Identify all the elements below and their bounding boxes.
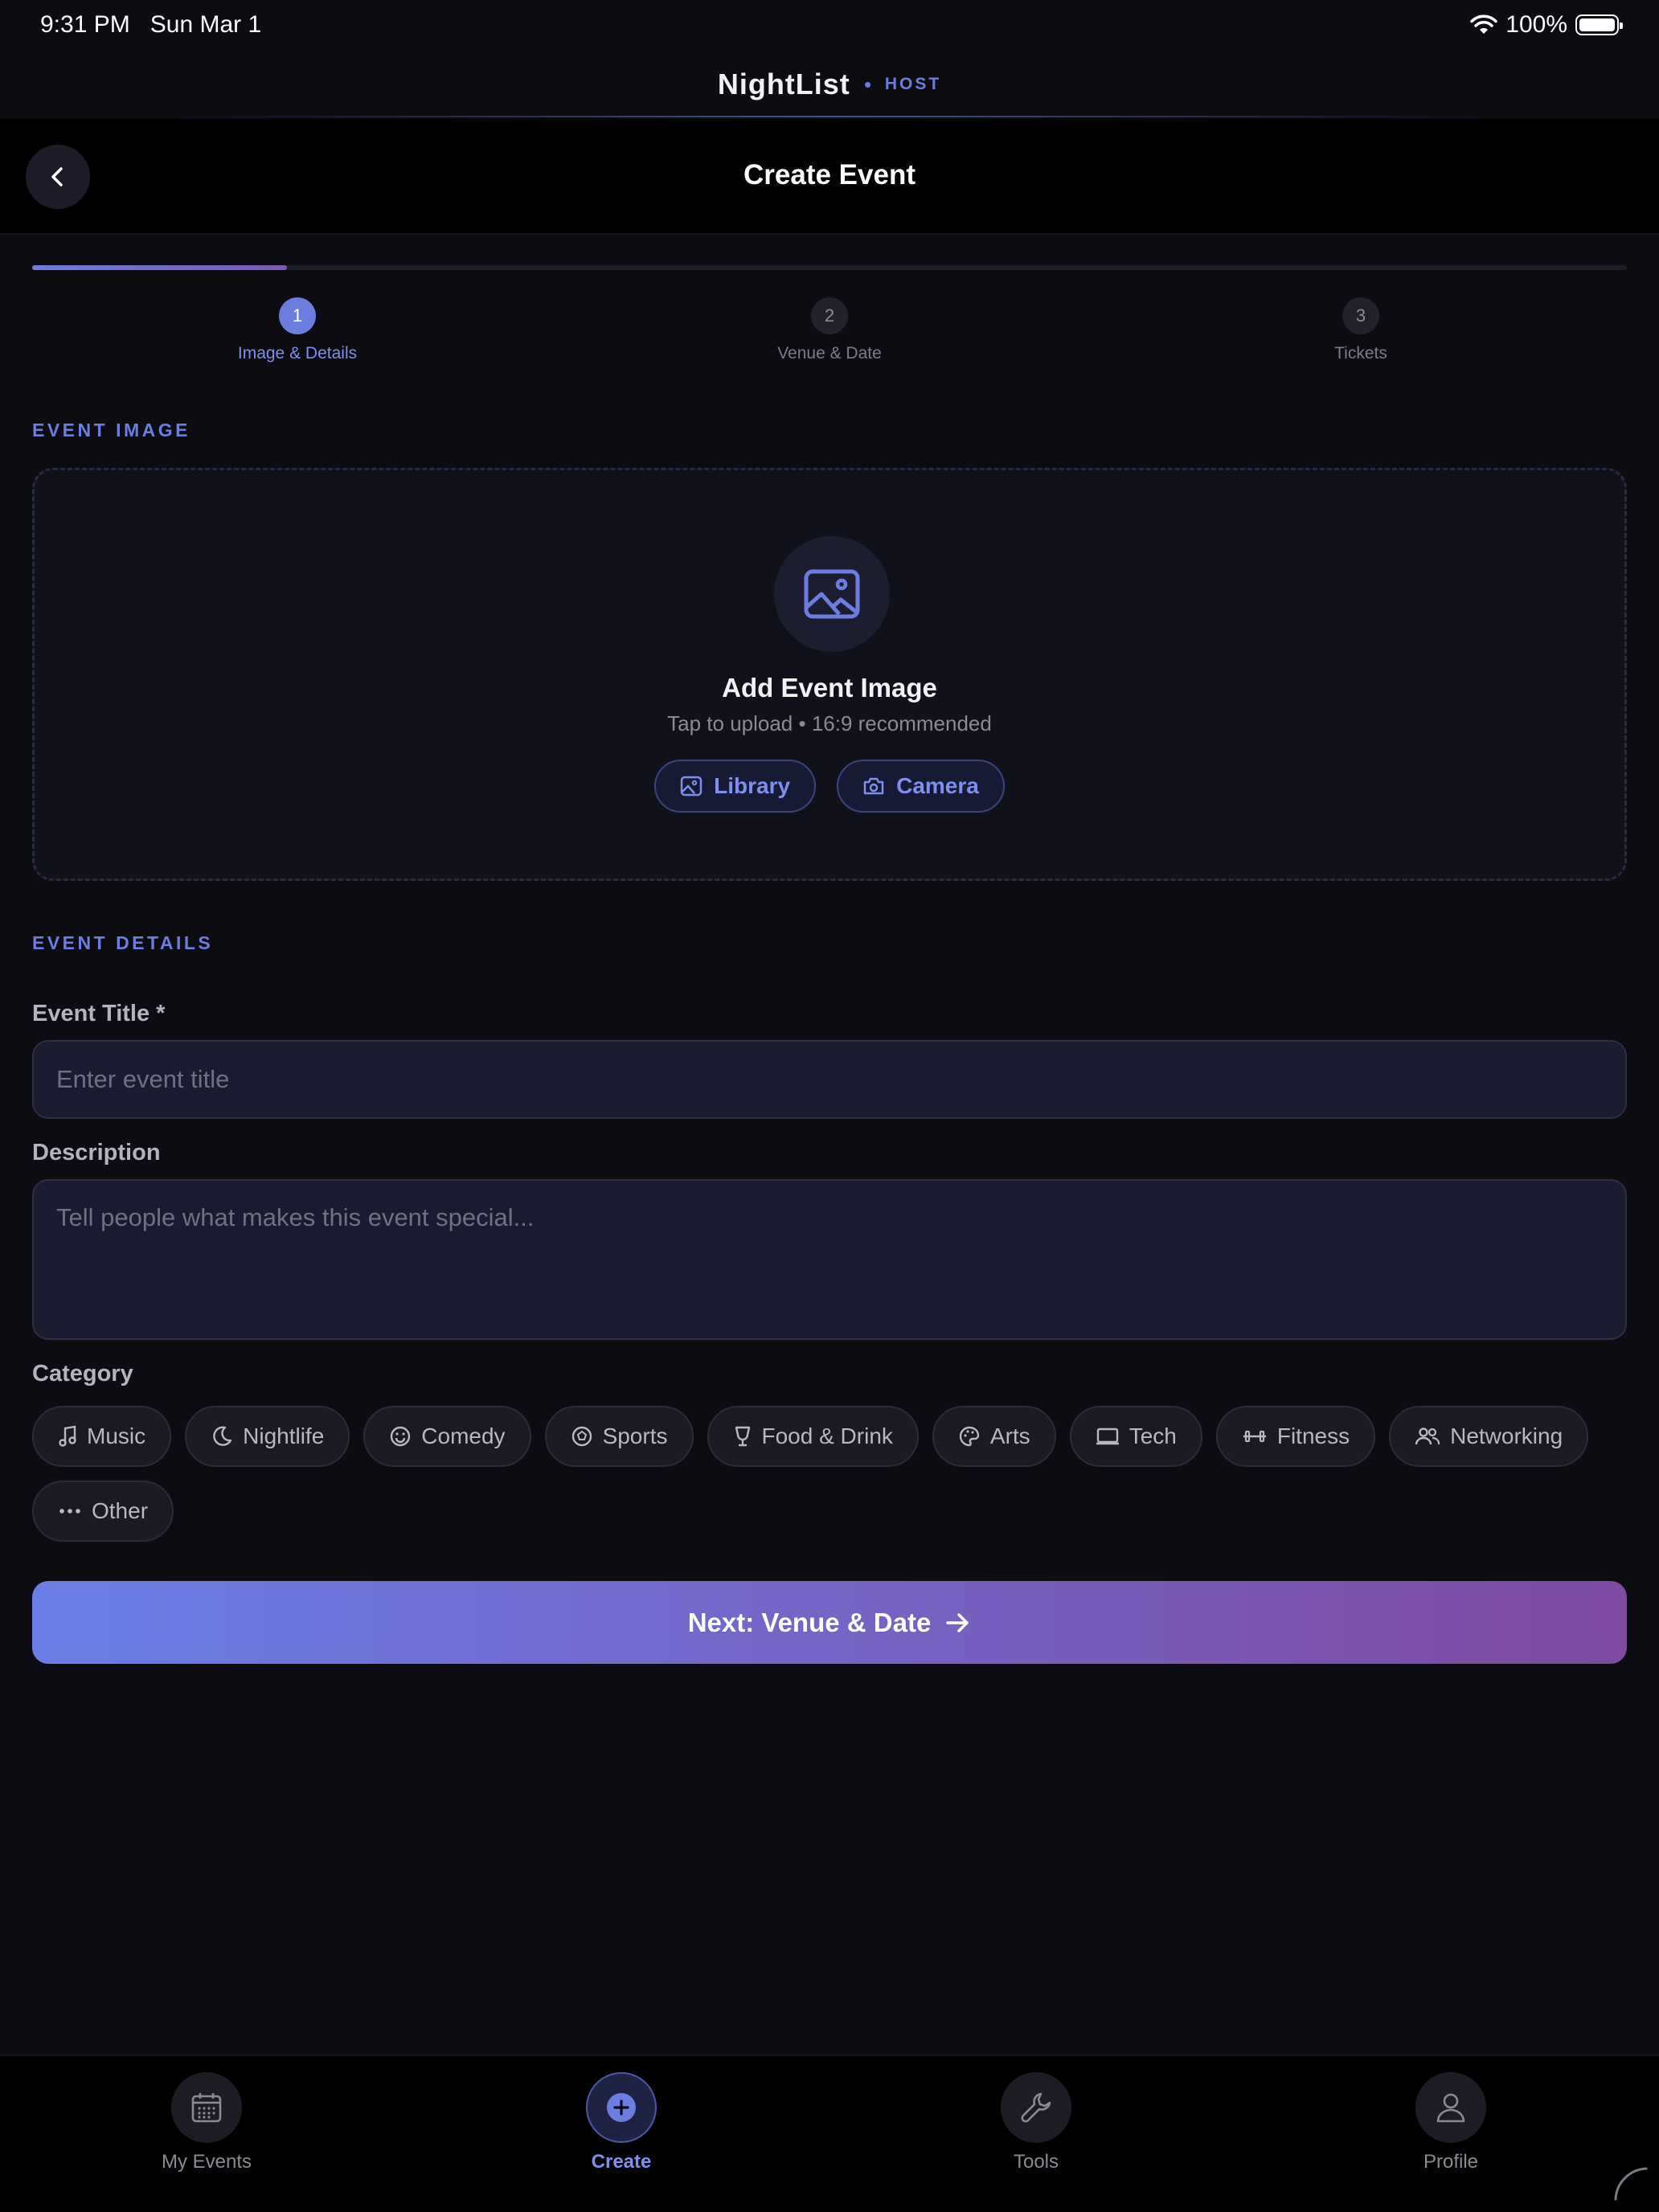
tab-icon-wrap: [586, 2072, 657, 2143]
chip-label: Comedy: [421, 1423, 506, 1448]
person-icon: [1436, 2093, 1465, 2123]
photo-library-icon: [680, 776, 703, 797]
tab-icon-wrap: [1415, 2072, 1486, 2143]
chip-label: Tech: [1129, 1423, 1177, 1448]
step-label: Tickets: [1334, 344, 1387, 363]
progress-bar-fill: [32, 265, 288, 270]
status-clock: 9:31 PM Sun Mar 1: [40, 11, 261, 39]
step-venue-date: 2 Venue & Date: [709, 297, 950, 363]
navigation-bar: Create Event: [0, 119, 1659, 235]
category-chip-nightlife[interactable]: Nightlife: [185, 1406, 350, 1467]
tab-profile[interactable]: Profile: [1354, 2072, 1547, 2173]
library-button-label: Library: [714, 773, 791, 798]
tab-label: Tools: [1013, 2151, 1059, 2173]
glass-icon: [735, 1426, 750, 1447]
description-textarea[interactable]: Tell people what makes this event specia…: [32, 1179, 1627, 1340]
step-tickets: 3 Tickets: [1240, 297, 1481, 363]
step-indicator: 1 Image & Details 2 Venue & Date 3 Ticke…: [32, 297, 1627, 370]
tab-label: Profile: [1423, 2151, 1479, 2173]
category-chip-networking[interactable]: Networking: [1389, 1406, 1589, 1467]
category-chip-arts[interactable]: Arts: [932, 1406, 1056, 1467]
image-icon: [804, 569, 860, 619]
category-chip-sports[interactable]: Sports: [544, 1406, 694, 1467]
chip-label: Food & Drink: [761, 1423, 893, 1448]
status-bar: 9:31 PM Sun Mar 1 100%: [0, 0, 1659, 51]
step-label: Venue & Date: [777, 344, 882, 363]
moon-icon: [213, 1426, 232, 1446]
dots-icon: [59, 1509, 80, 1514]
step-number: 2: [811, 297, 848, 334]
step-number: 1: [279, 297, 316, 334]
tab-create[interactable]: Create: [525, 2072, 718, 2173]
chip-label: Networking: [1450, 1423, 1563, 1448]
step-label: Image & Details: [237, 344, 358, 363]
event-title-label: Event Title *: [32, 1001, 166, 1026]
brand-tag: HOST: [884, 75, 942, 93]
step-number: 3: [1342, 297, 1379, 334]
description-label: Description: [32, 1140, 161, 1165]
next-button[interactable]: Next: Venue & Date: [32, 1581, 1627, 1664]
chip-label: Arts: [989, 1423, 1030, 1448]
people-icon: [1415, 1428, 1440, 1445]
page-title: Create Event: [743, 159, 916, 190]
smile-icon: [391, 1426, 411, 1447]
tab-icon-wrap: [171, 2072, 242, 2143]
palette-icon: [959, 1426, 980, 1447]
brand-name: NightList: [717, 68, 850, 100]
brand-header: NightList HOST: [0, 51, 1659, 117]
battery-percent: 100%: [1505, 11, 1567, 38]
category-label: Category: [32, 1361, 133, 1387]
music-icon: [59, 1425, 76, 1447]
tab-tools[interactable]: Tools: [940, 2072, 1133, 2173]
laptop-icon: [1096, 1428, 1119, 1445]
step-image-details: 1 Image & Details: [177, 297, 418, 363]
resize-handle-icon: [1614, 2167, 1648, 2201]
tab-bar: My Events Create Tools Profile: [0, 2054, 1659, 2212]
tab-label: My Events: [161, 2151, 252, 2173]
category-chip-tech[interactable]: Tech: [1069, 1406, 1202, 1467]
library-button[interactable]: Library: [654, 760, 817, 813]
ball-icon: [571, 1426, 592, 1447]
event-title-input[interactable]: Enter event title: [32, 1040, 1627, 1119]
camera-icon: [863, 777, 884, 795]
brand-divider: [161, 116, 1498, 117]
calendar-icon: [191, 2093, 222, 2123]
tab-label: Create: [591, 2151, 652, 2173]
category-chip-other[interactable]: Other: [32, 1481, 174, 1542]
chip-label: Nightlife: [243, 1423, 325, 1448]
arrow-right-icon: [946, 1612, 969, 1632]
upload-icon-container: [774, 536, 890, 652]
camera-button[interactable]: Camera: [837, 760, 1005, 813]
brand-separator-dot: [864, 81, 870, 88]
upload-source-buttons: Library Camera: [35, 760, 1624, 813]
status-time: 9:31 PM: [40, 11, 130, 38]
category-chip-music[interactable]: Music: [32, 1406, 172, 1467]
wrench-icon: [1021, 2092, 1051, 2123]
upload-title: Add Event Image: [722, 673, 937, 703]
camera-button-label: Camera: [896, 773, 979, 798]
event-details-section-label: EVENT DETAILS: [32, 932, 214, 953]
chip-label: Music: [87, 1423, 146, 1448]
event-image-section-label: EVENT IMAGE: [32, 420, 190, 440]
chip-label: Sports: [602, 1423, 668, 1448]
dumbbell-icon: [1243, 1430, 1266, 1443]
wifi-icon: [1470, 14, 1498, 34]
tab-my-events[interactable]: My Events: [110, 2072, 303, 2173]
chip-label: Other: [92, 1498, 149, 1523]
category-chip-fitness[interactable]: Fitness: [1215, 1406, 1376, 1467]
next-button-label: Next: Venue & Date: [687, 1607, 932, 1637]
category-chip-comedy[interactable]: Comedy: [363, 1406, 531, 1467]
status-date: Sun Mar 1: [150, 11, 262, 38]
category-chip-list: Music Nightlife Comedy Sports Food & Dri…: [32, 1406, 1640, 1542]
upload-subtitle: Tap to upload • 16:9 recommended: [667, 711, 992, 735]
image-upload-area[interactable]: Add Event Image Tap to upload • 16:9 rec…: [32, 468, 1627, 881]
progress-bar: [32, 265, 1627, 270]
battery-icon: [1575, 14, 1623, 35]
plus-circle-icon: [607, 2093, 636, 2122]
tab-icon-wrap: [1001, 2072, 1071, 2143]
chip-label: Fitness: [1276, 1423, 1350, 1448]
category-chip-food-drink[interactable]: Food & Drink: [707, 1406, 919, 1467]
status-indicators: 100%: [1470, 11, 1623, 39]
